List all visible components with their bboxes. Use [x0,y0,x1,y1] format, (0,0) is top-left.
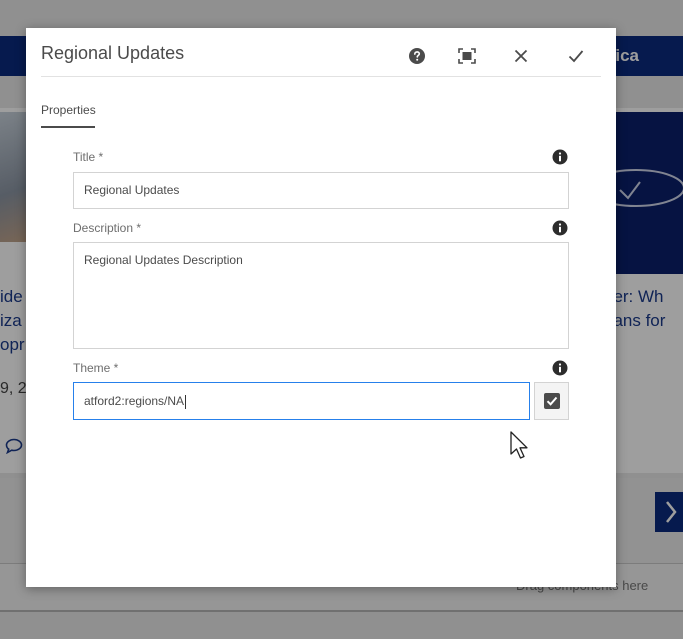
fullscreen-button[interactable] [454,43,480,69]
help-button[interactable] [404,43,430,69]
description-label: Description * [73,221,142,235]
header-divider [41,76,601,77]
done-button[interactable] [563,43,589,69]
check-icon [568,50,584,63]
theme-picker-button[interactable] [534,382,569,420]
title-field[interactable]: Regional Updates [73,172,569,209]
dialog-title: Regional Updates [41,43,185,63]
theme-field[interactable]: atford2:regions/NA [73,382,530,420]
title-label: Title * [73,150,104,164]
properties-dialog: Regional Updates Properties Title * Regi… [26,28,616,587]
info-icon[interactable] [552,220,568,236]
help-icon [409,48,425,64]
fullscreen-icon [458,48,476,64]
tab-properties[interactable]: Properties [41,103,96,117]
theme-value: atford2:regions/NA [84,394,185,408]
checkbox-icon [543,393,560,409]
description-field[interactable]: Regional Updates Description [73,242,569,349]
close-button[interactable] [508,43,534,69]
info-icon[interactable] [552,360,568,376]
info-icon[interactable] [552,149,568,165]
close-icon [514,49,528,63]
mouse-pointer-icon [510,431,528,459]
text-caret [185,394,187,409]
theme-label: Theme * [73,361,119,375]
tab-active-indicator [41,126,95,128]
